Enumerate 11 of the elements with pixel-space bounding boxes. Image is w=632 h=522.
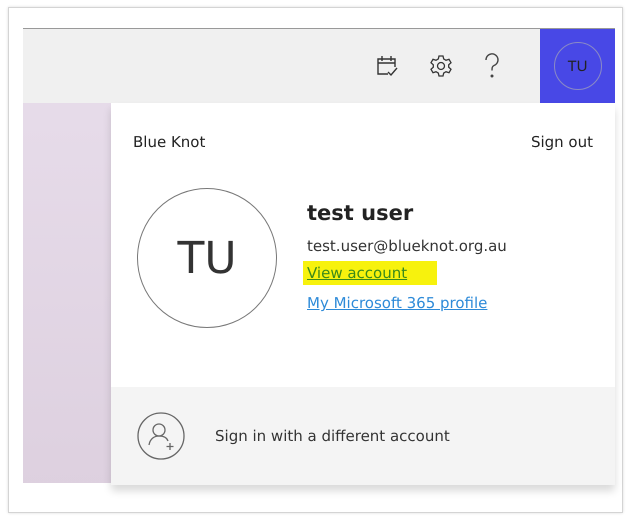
profile-link[interactable]: My Microsoft 365 profile [307,291,488,315]
user-email: test.user@blueknot.org.au [307,237,507,255]
settings-icon[interactable] [428,53,454,79]
user-avatar: TU [137,188,277,328]
account-button[interactable]: TU [540,28,615,104]
sign-out-link[interactable]: Sign out [530,133,593,151]
add-person-icon [137,412,185,460]
highlighted-link[interactable]: View account [303,261,438,285]
organization-name: Blue Knot [133,133,206,151]
other-account-row[interactable]: Sign in with a different account [111,387,615,485]
user-name: test user [307,201,414,225]
